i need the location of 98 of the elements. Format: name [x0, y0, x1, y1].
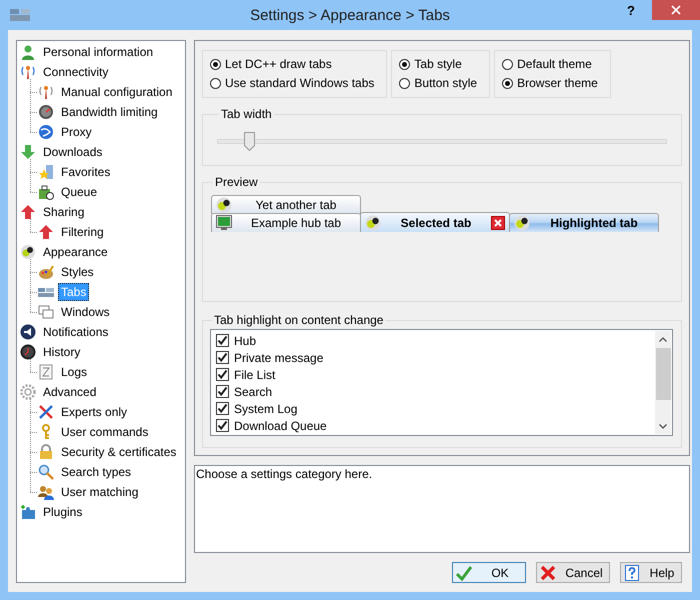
megaphone-icon: [20, 324, 36, 340]
close-icon[interactable]: [491, 216, 505, 230]
radio-button[interactable]: [399, 78, 410, 88]
tree-item[interactable]: Manual configuration: [58, 83, 176, 101]
tree-item[interactable]: Downloads: [40, 143, 106, 161]
tree-item[interactable]: Experts only: [58, 403, 130, 421]
close-button[interactable]: [652, 0, 700, 20]
balls-icon: [20, 244, 36, 260]
group-title: Preview: [214, 175, 259, 189]
balls-icon: [365, 214, 381, 230]
ok-button[interactable]: OK: [452, 562, 526, 583]
tree-item[interactable]: Sharing: [40, 203, 88, 221]
scrollbar[interactable]: [655, 331, 671, 434]
radio-button[interactable]: [502, 78, 514, 88]
radio-label[interactable]: Let DC++ draw tabs: [225, 57, 332, 71]
checkbox-label[interactable]: System Log: [234, 402, 298, 416]
palette-icon: [38, 264, 54, 280]
tree-item[interactable]: Search types: [58, 463, 134, 481]
checkbox-label[interactable]: Search: [234, 384, 272, 398]
close-icon: [671, 5, 681, 15]
chevron-down-icon[interactable]: [659, 424, 667, 429]
scroll-thumb[interactable]: [656, 348, 670, 400]
checkbox[interactable]: [216, 351, 229, 364]
checkbox[interactable]: [216, 368, 229, 381]
windows-icon: [38, 304, 54, 320]
gear-icon: [20, 384, 36, 400]
preview-tab[interactable]: Yet another tab: [211, 195, 361, 214]
radio-label[interactable]: Browser theme: [517, 76, 598, 90]
clock-icon: [20, 344, 36, 360]
padlock-icon: [38, 444, 54, 460]
radio-label[interactable]: Tab style: [414, 57, 462, 71]
tabs-icon: [10, 9, 30, 21]
search-icon: [38, 464, 54, 480]
tree-item[interactable]: Styles: [58, 263, 97, 281]
checkbox[interactable]: [216, 402, 229, 415]
help-icon: [624, 564, 640, 580]
radio-button[interactable]: [502, 58, 514, 70]
checkbox-label[interactable]: File List: [234, 368, 276, 382]
cross-icon: [540, 564, 556, 580]
tree-item[interactable]: Connectivity: [40, 63, 112, 81]
down-arrow-icon: [20, 144, 36, 160]
globe-icon: [38, 124, 54, 140]
tree-item[interactable]: Logs: [58, 363, 90, 381]
tree-item[interactable]: History: [40, 343, 84, 361]
puzzle-icon: [20, 504, 36, 520]
tree-item[interactable]: Security & certificates: [58, 443, 180, 461]
tree-item[interactable]: Plugins: [40, 503, 86, 521]
checkbox-label[interactable]: Private message: [234, 350, 324, 364]
package-clock-icon: [38, 184, 54, 200]
page-icon: [38, 364, 54, 380]
checkbox[interactable]: [216, 419, 229, 432]
users-icon: [38, 484, 54, 500]
checkbox[interactable]: [216, 334, 229, 347]
person-icon: [20, 44, 36, 60]
radio-label[interactable]: Use standard Windows tabs: [225, 76, 374, 90]
window-title: Settings > Appearance > Tabs: [250, 6, 450, 24]
preview-tab[interactable]: Highlighted tab: [509, 213, 659, 232]
chevron-up-icon[interactable]: [659, 337, 667, 342]
radio-label[interactable]: Default theme: [517, 57, 592, 71]
monitor-icon: [216, 215, 232, 231]
tree-item[interactable]: Appearance: [40, 243, 111, 261]
gauge-icon: [38, 104, 54, 120]
slider-thumb[interactable]: [244, 132, 256, 151]
antenna-icon: [38, 84, 54, 100]
tree-item[interactable]: Windows: [58, 303, 113, 321]
tree-item[interactable]: Notifications: [40, 323, 112, 341]
tree-item[interactable]: Proxy: [58, 123, 95, 141]
radio-button[interactable]: [399, 58, 410, 70]
group-title: Tab highlight on content change: [213, 313, 384, 327]
antenna-icon: [20, 64, 36, 80]
up-arrow-icon: [20, 204, 36, 220]
balls-icon: [216, 197, 232, 213]
tree-item[interactable]: Filtering: [58, 223, 107, 241]
check-icon: [456, 564, 472, 580]
checkbox[interactable]: [216, 385, 229, 398]
up-arrow-icon: [38, 224, 54, 240]
tree-item[interactable]: Personal information: [40, 43, 156, 61]
checkbox-label[interactable]: Hub: [234, 334, 256, 348]
tree-item[interactable]: Advanced: [40, 383, 100, 401]
tree-item[interactable]: User commands: [58, 423, 152, 441]
tree-item[interactable]: Favorites: [58, 163, 114, 181]
help-button[interactable]: Help: [620, 562, 682, 583]
preview-tab[interactable]: Selected tab: [360, 212, 510, 232]
radio-button[interactable]: [210, 78, 221, 88]
preview-tab[interactable]: Example hub tab: [211, 213, 361, 232]
cancel-button[interactable]: Cancel: [536, 562, 610, 583]
tree-item[interactable]: Bandwidth limiting: [58, 103, 161, 121]
radio-label[interactable]: Button style: [414, 76, 478, 90]
group-title: Tab width: [220, 107, 273, 121]
help-button[interactable]: ?: [627, 3, 635, 18]
radio-button[interactable]: [210, 58, 221, 70]
tools-icon: [38, 404, 54, 420]
description-text: Choose a settings category here.: [196, 467, 372, 481]
checkbox-label[interactable]: Download Queue: [234, 418, 327, 432]
balls-icon: [514, 215, 530, 231]
tree-item[interactable]: Queue: [58, 183, 100, 201]
star-icon: [38, 164, 54, 180]
tree-item[interactable]: User matching: [58, 483, 142, 501]
